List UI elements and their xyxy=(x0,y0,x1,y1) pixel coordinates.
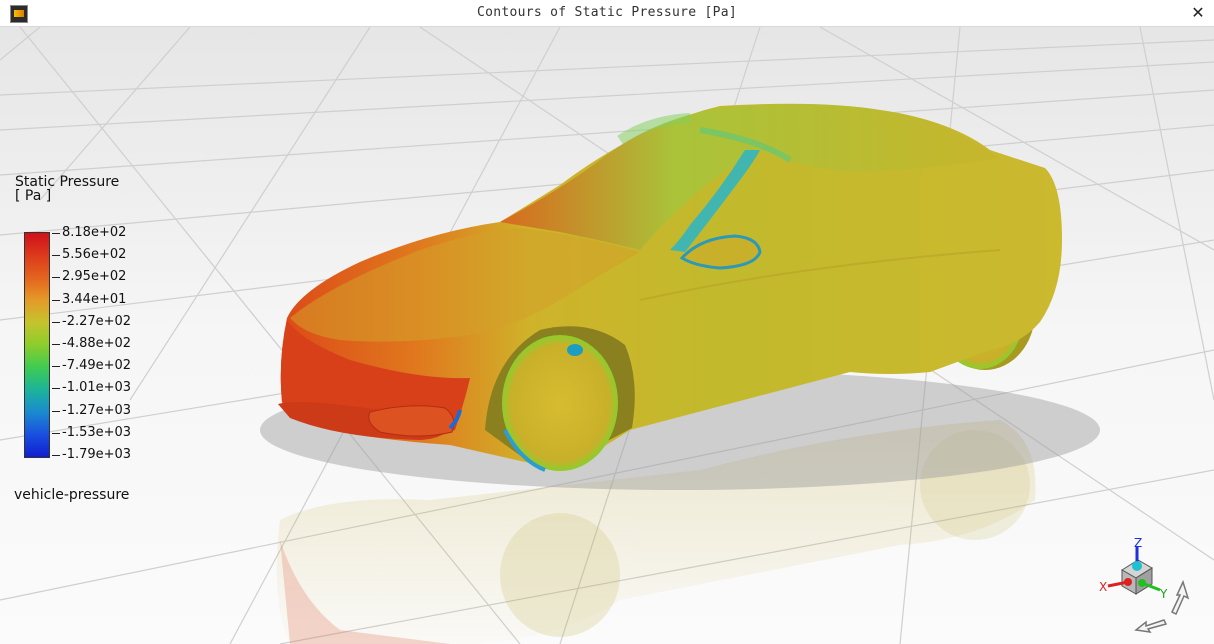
legend-units: [ Pa ] xyxy=(15,188,52,204)
legend-tick-label: 8.18e+02 xyxy=(62,225,127,240)
legend-tick-label: -1.01e+03 xyxy=(62,380,132,395)
legend-tick-label: -1.27e+03 xyxy=(62,403,132,418)
headlight xyxy=(368,405,455,437)
legend-tick-label: 5.56e+02 xyxy=(62,247,127,262)
legend-tick xyxy=(52,455,60,456)
close-button[interactable]: ✕ xyxy=(1188,2,1208,24)
legend-tick-label: 3.44e+01 xyxy=(62,292,127,307)
legend-tick xyxy=(52,411,60,412)
triad-y-label: Y xyxy=(1159,587,1168,601)
legend-tick xyxy=(52,366,60,367)
legend-tick xyxy=(52,255,60,256)
case-label: vehicle-pressure xyxy=(14,487,130,503)
legend-tick xyxy=(52,344,60,345)
legend-tick-label: -2.27e+02 xyxy=(62,314,132,329)
legend-tick-label: -4.88e+02 xyxy=(62,336,132,351)
legend-tick xyxy=(52,300,60,301)
triad-x-label: X xyxy=(1099,580,1107,594)
legend-tick-label: -1.53e+03 xyxy=(62,425,132,440)
wheel-hotspot xyxy=(567,344,583,356)
legend-tick xyxy=(52,388,60,389)
legend-tick xyxy=(52,277,60,278)
window-title: Contours of Static Pressure [Pa] xyxy=(476,5,738,20)
legend-tick xyxy=(52,233,60,234)
triad-z-label: Z xyxy=(1134,536,1142,550)
legend-tick-label: 2.95e+02 xyxy=(62,269,127,284)
legend-tick xyxy=(52,322,60,323)
legend-tick-label: -1.79e+03 xyxy=(62,447,132,462)
legend-tick xyxy=(52,433,60,434)
legend-tick-label: -7.49e+02 xyxy=(62,358,132,373)
color-bar xyxy=(24,232,50,458)
graphics-viewport[interactable]: Z X Y xyxy=(0,27,1214,644)
window-title-bar: Contours of Static Pressure [Pa] ✕ xyxy=(0,0,1214,27)
